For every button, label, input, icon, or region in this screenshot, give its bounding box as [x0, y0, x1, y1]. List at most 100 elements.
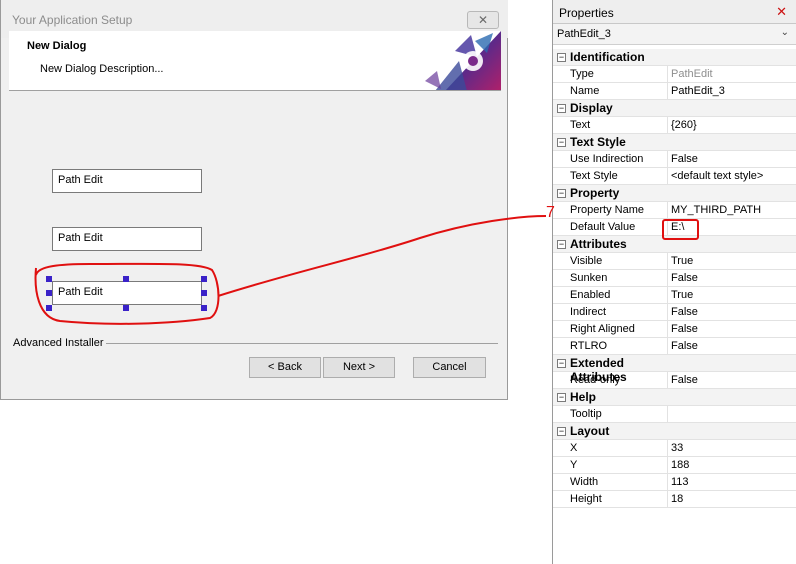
property-row-name[interactable]: Name PathEdit_3 — [553, 83, 796, 100]
resize-handle[interactable] — [46, 276, 52, 282]
property-key: Right Aligned — [570, 323, 635, 335]
property-value[interactable]: False — [671, 374, 795, 386]
resize-handle[interactable] — [123, 276, 129, 282]
property-row-text[interactable]: Text {260} — [553, 117, 796, 134]
collapse-icon[interactable]: − — [557, 427, 566, 436]
property-value[interactable]: 33 — [671, 442, 795, 454]
collapse-icon[interactable]: − — [557, 104, 566, 113]
property-value[interactable]: <default text style> — [671, 170, 795, 182]
column-divider — [667, 338, 668, 355]
resize-handle[interactable] — [201, 276, 207, 282]
property-value[interactable]: PathEdit_3 — [671, 85, 795, 97]
category-property[interactable]: − Property — [553, 185, 796, 202]
property-row-width[interactable]: Width 113 — [553, 474, 796, 491]
column-divider — [667, 457, 668, 474]
path-edit-2[interactable]: Path Edit — [52, 227, 202, 251]
collapse-icon[interactable]: − — [557, 53, 566, 62]
property-value[interactable]: False — [671, 272, 795, 284]
property-value[interactable]: False — [671, 323, 795, 335]
property-row-use-indirection[interactable]: Use Indirection False — [553, 151, 796, 168]
category-identification[interactable]: − Identification — [553, 49, 796, 66]
column-divider — [667, 474, 668, 491]
property-value[interactable]: {260} — [671, 119, 795, 131]
property-value[interactable]: 113 — [671, 476, 795, 488]
resize-handle[interactable] — [201, 290, 207, 296]
properties-panel: Properties ✕ PathEdit_3 ⌄ − Identificatio… — [552, 0, 796, 564]
window-title: Your Application Setup — [12, 13, 133, 27]
property-row-read-only[interactable]: Read-only False — [553, 372, 796, 389]
property-key: Text Style — [570, 170, 618, 182]
property-row-indirect[interactable]: Indirect False — [553, 304, 796, 321]
category-label: Attributes — [570, 237, 627, 251]
column-divider — [667, 253, 668, 270]
property-row-enabled[interactable]: Enabled True — [553, 287, 796, 304]
resize-handle[interactable] — [46, 305, 52, 311]
cancel-button[interactable]: Cancel — [413, 357, 486, 378]
column-divider — [667, 287, 668, 304]
dialog-header-title: New Dialog — [27, 40, 87, 52]
property-row-y[interactable]: Y 188 — [553, 457, 796, 474]
property-row-right-aligned[interactable]: Right Aligned False — [553, 321, 796, 338]
property-key: Enabled — [570, 289, 611, 301]
property-value[interactable]: 188 — [671, 459, 795, 471]
category-layout[interactable]: − Layout — [553, 423, 796, 440]
property-key: Text — [570, 119, 591, 131]
property-row-default-value[interactable]: Default Value E:\ — [553, 219, 796, 236]
property-key: Sunken — [570, 272, 608, 284]
property-row-text-style[interactable]: Text Style <default text style> — [553, 168, 796, 185]
property-key: Name — [570, 85, 600, 97]
property-key: X — [570, 442, 578, 454]
category-attributes[interactable]: − Attributes — [553, 236, 796, 253]
property-value[interactable]: True — [671, 255, 795, 267]
column-divider — [667, 321, 668, 338]
collapse-icon[interactable]: − — [557, 359, 566, 368]
property-grid: − Identification Type PathEdit Name PathEdit_… — [553, 49, 796, 508]
setup-dialog-window: Your Application Setup ✕ New Dialog New … — [0, 0, 508, 400]
close-icon[interactable]: ✕ — [776, 4, 787, 20]
column-divider — [667, 491, 668, 508]
path-edit-1[interactable]: Path Edit — [52, 169, 202, 193]
category-display[interactable]: − Display — [553, 100, 796, 117]
property-value[interactable]: 18 — [671, 493, 795, 505]
property-value[interactable]: PathEdit — [671, 68, 795, 80]
column-divider — [667, 372, 668, 389]
property-row-height[interactable]: Height 18 — [553, 491, 796, 508]
property-row-property-name[interactable]: Property Name MY_THIRD_PATH — [553, 202, 796, 219]
properties-header: Properties ✕ — [553, 0, 796, 24]
control-selector-dropdown[interactable]: PathEdit_3 ⌄ — [553, 24, 796, 45]
category-label: Identification — [570, 50, 645, 64]
next-button[interactable]: Next > — [323, 357, 395, 378]
resize-handle[interactable] — [201, 305, 207, 311]
resize-handle[interactable] — [123, 305, 129, 311]
selected-control-name: PathEdit_3 — [557, 28, 611, 40]
property-row-visible[interactable]: Visible True — [553, 253, 796, 270]
property-row-rtlro[interactable]: RTLRO False — [553, 338, 796, 355]
property-row-type[interactable]: Type PathEdit — [553, 66, 796, 83]
column-divider — [667, 304, 668, 321]
property-value[interactable]: False — [671, 153, 795, 165]
path-edit-3-selected[interactable]: Path Edit — [52, 281, 202, 305]
property-row-sunken[interactable]: Sunken False — [553, 270, 796, 287]
property-value[interactable]: MY_THIRD_PATH — [671, 204, 795, 216]
category-help[interactable]: − Help — [553, 389, 796, 406]
back-button[interactable]: < Back — [249, 357, 321, 378]
property-value[interactable]: False — [671, 306, 795, 318]
property-key: Indirect — [570, 306, 607, 318]
collapse-icon[interactable]: − — [557, 240, 566, 249]
resize-handle[interactable] — [46, 290, 52, 296]
chevron-down-icon[interactable]: ⌄ — [781, 27, 789, 38]
collapse-icon[interactable]: − — [557, 138, 566, 147]
property-key: Default Value — [570, 221, 636, 233]
collapse-icon[interactable]: − — [557, 393, 566, 402]
property-row-x[interactable]: X 33 — [553, 440, 796, 457]
category-label: Display — [570, 101, 613, 115]
category-extended-attributes[interactable]: − Extended Attributes — [553, 355, 796, 384]
property-value[interactable]: E:\ — [671, 221, 795, 233]
category-text-style[interactable]: − Text Style — [553, 134, 796, 151]
property-value[interactable]: False — [671, 340, 795, 352]
column-divider — [667, 202, 668, 219]
collapse-icon[interactable]: − — [557, 189, 566, 198]
property-row-tooltip[interactable]: Tooltip — [553, 406, 796, 423]
window-close-button[interactable]: ✕ — [467, 11, 499, 29]
property-value[interactable]: True — [671, 289, 795, 301]
